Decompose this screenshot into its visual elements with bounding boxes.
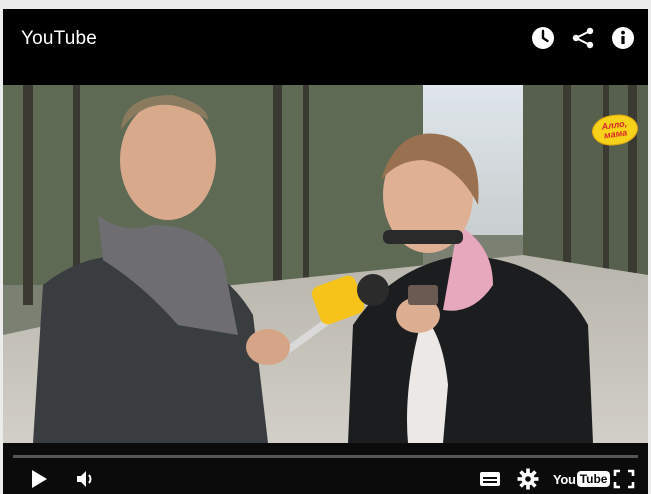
- watch-later-icon[interactable]: [530, 25, 556, 51]
- video-frame[interactable]: Алло, мама: [3, 85, 648, 443]
- player-top-bar: YouTube: [3, 9, 648, 85]
- watermark-text: Алло, мама: [600, 118, 628, 141]
- settings-button[interactable]: [515, 467, 541, 491]
- volume-icon: [77, 471, 92, 487]
- control-bar: You Tube: [3, 443, 648, 494]
- volume-button[interactable]: [73, 467, 99, 491]
- video-player[interactable]: YouTube Алло, мама You Tube: [3, 9, 648, 494]
- youtube-logo[interactable]: You Tube: [553, 469, 611, 489]
- share-icon[interactable]: [570, 25, 596, 51]
- captions-button[interactable]: [477, 467, 503, 491]
- play-button[interactable]: [27, 467, 51, 491]
- fullscreen-button[interactable]: [611, 467, 637, 491]
- progress-bar[interactable]: [13, 455, 638, 458]
- video-title[interactable]: YouTube: [21, 28, 97, 50]
- settings-icon: [517, 468, 539, 490]
- captions-icon: [480, 472, 500, 486]
- fullscreen-icon: [613, 469, 635, 489]
- video-still: [3, 85, 648, 443]
- youtube-logo-you: You: [553, 471, 576, 487]
- top-actions: [530, 25, 636, 51]
- youtube-logo-tube: Tube: [576, 471, 611, 487]
- info-icon[interactable]: [610, 25, 636, 51]
- play-icon: [32, 470, 47, 488]
